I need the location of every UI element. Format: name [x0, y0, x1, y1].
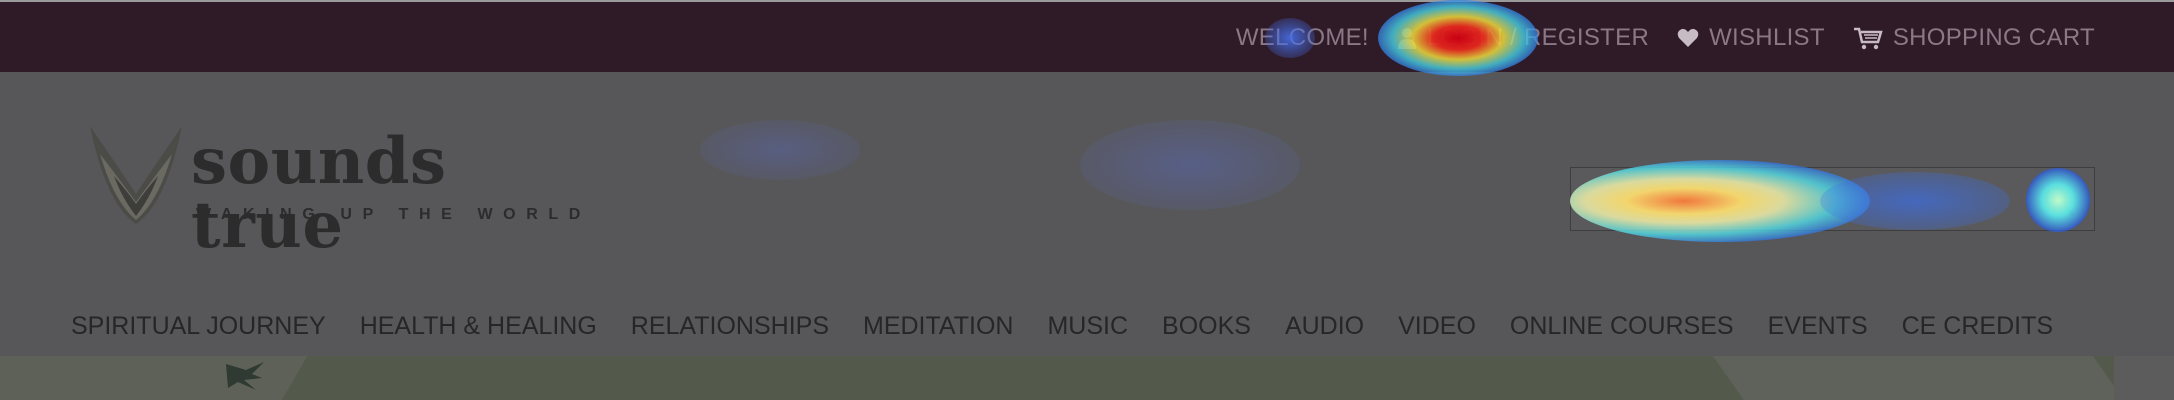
nav-item-relationships[interactable]: RELATIONSHIPS — [631, 312, 829, 341]
nav-item-meditation[interactable]: MEDITATION — [863, 312, 1013, 341]
nav-item-ce-credits[interactable]: CE CREDITS — [1902, 312, 2053, 341]
site-header: sounds true WAKING UP THE WORLD SPIRITUA… — [0, 72, 2174, 356]
login-register-link[interactable]: LOGIN / REGISTER — [1397, 24, 1649, 52]
shopping-cart-link[interactable]: SHOPPING CART — [1853, 24, 2095, 52]
login-register-label: LOGIN / REGISTER — [1426, 24, 1650, 51]
nav-item-online-courses[interactable]: ONLINE COURSES — [1510, 312, 1734, 341]
hero-logo-mark — [226, 362, 264, 390]
nav-item-music[interactable]: MUSIC — [1047, 312, 1128, 341]
search-box — [1570, 167, 2095, 231]
user-icon — [1397, 28, 1416, 49]
top-links: WELCOME! LOGIN / REGISTER WISHLIST SHOPP… — [1236, 2, 2095, 74]
welcome-text: WELCOME! — [1235, 24, 1369, 51]
nav-item-events[interactable]: EVENTS — [1768, 312, 1868, 341]
nav-item-spiritual-journey[interactable]: SPIRITUAL JOURNEY — [71, 312, 326, 341]
search-button[interactable] — [2042, 184, 2076, 218]
wishlist-link[interactable]: WISHLIST — [1677, 24, 1825, 52]
cart-icon — [1853, 27, 1883, 50]
heart-icon — [1677, 28, 1699, 47]
nav-item-books[interactable]: BOOKS — [1162, 312, 1251, 341]
wishlist-label: WISHLIST — [1709, 24, 1825, 51]
main-navigation: SPIRITUAL JOURNEY HEALTH & HEALING RELAT… — [71, 302, 2053, 350]
hero-shape-right — [1712, 356, 2136, 400]
search-icon — [2044, 186, 2075, 217]
scrollbar[interactable] — [2114, 356, 2174, 400]
nav-item-health-healing[interactable]: HEALTH & HEALING — [360, 312, 597, 341]
nav-item-video[interactable]: VIDEO — [1398, 312, 1476, 341]
top-utility-bar: WELCOME! LOGIN / REGISTER WISHLIST SHOPP… — [0, 0, 2174, 72]
page: WELCOME! LOGIN / REGISTER WISHLIST SHOPP… — [0, 0, 2174, 400]
site-logo[interactable]: sounds true WAKING UP THE WORLD — [86, 124, 586, 258]
wings-logo-icon — [90, 126, 182, 224]
logo-wordmark: sounds true — [191, 124, 447, 263]
nav-item-audio[interactable]: AUDIO — [1285, 312, 1364, 341]
logo-tagline: WAKING UP THE WORLD — [196, 206, 591, 223]
search-text-placeholder — [1587, 198, 1787, 201]
hero-banner — [0, 356, 2174, 400]
shopping-cart-label: SHOPPING CART — [1892, 24, 2095, 51]
